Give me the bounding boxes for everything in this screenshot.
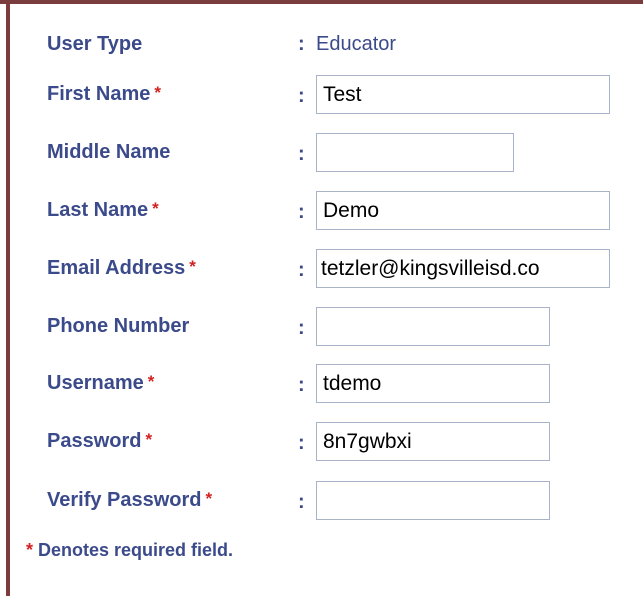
middle-name-colon: : (298, 143, 305, 165)
email-colon: : (298, 259, 305, 281)
panel-left-border (6, 0, 10, 596)
middle-name-input[interactable] (316, 133, 514, 172)
middle-name-label: Middle Name (47, 141, 171, 163)
first-name-colon: : (298, 85, 305, 107)
first-name-input[interactable] (316, 75, 610, 114)
required-marker: * (147, 372, 155, 391)
last-name-input[interactable] (316, 191, 610, 230)
panel-top-border (0, 0, 643, 4)
password-label: Password * (47, 430, 153, 452)
username-input[interactable] (316, 364, 550, 403)
required-marker: * (152, 199, 159, 218)
phone-label: Phone Number (47, 315, 190, 337)
password-colon: : (298, 432, 305, 454)
phone-input[interactable] (316, 307, 550, 346)
phone-colon: : (298, 317, 305, 339)
verify-password-label: Verify Password * (47, 489, 213, 511)
required-note-text: Denotes required field. (38, 540, 234, 560)
required-marker: * (189, 257, 196, 276)
required-field-note: * Denotes required field. (26, 540, 233, 561)
verify-password-input[interactable] (316, 481, 550, 520)
required-marker: * (145, 430, 153, 449)
last-name-label: Last Name * (47, 199, 159, 221)
username-label: Username * (47, 372, 155, 394)
user-type-label: User Type (47, 33, 143, 55)
required-marker: * (205, 489, 213, 508)
last-name-colon: : (298, 201, 305, 223)
required-marker: * (26, 540, 34, 560)
email-label: Email Address * (47, 257, 196, 279)
verify-password-colon: : (298, 491, 305, 513)
password-input[interactable] (316, 422, 550, 461)
user-type-colon: : (298, 33, 305, 55)
user-type-value: Educator (316, 33, 397, 55)
registration-form-panel: User Type : Educator First Name* : Middl… (0, 0, 643, 596)
email-input[interactable] (316, 249, 610, 288)
required-marker: * (154, 83, 161, 102)
username-colon: : (298, 374, 305, 396)
first-name-label: First Name * (47, 83, 161, 105)
